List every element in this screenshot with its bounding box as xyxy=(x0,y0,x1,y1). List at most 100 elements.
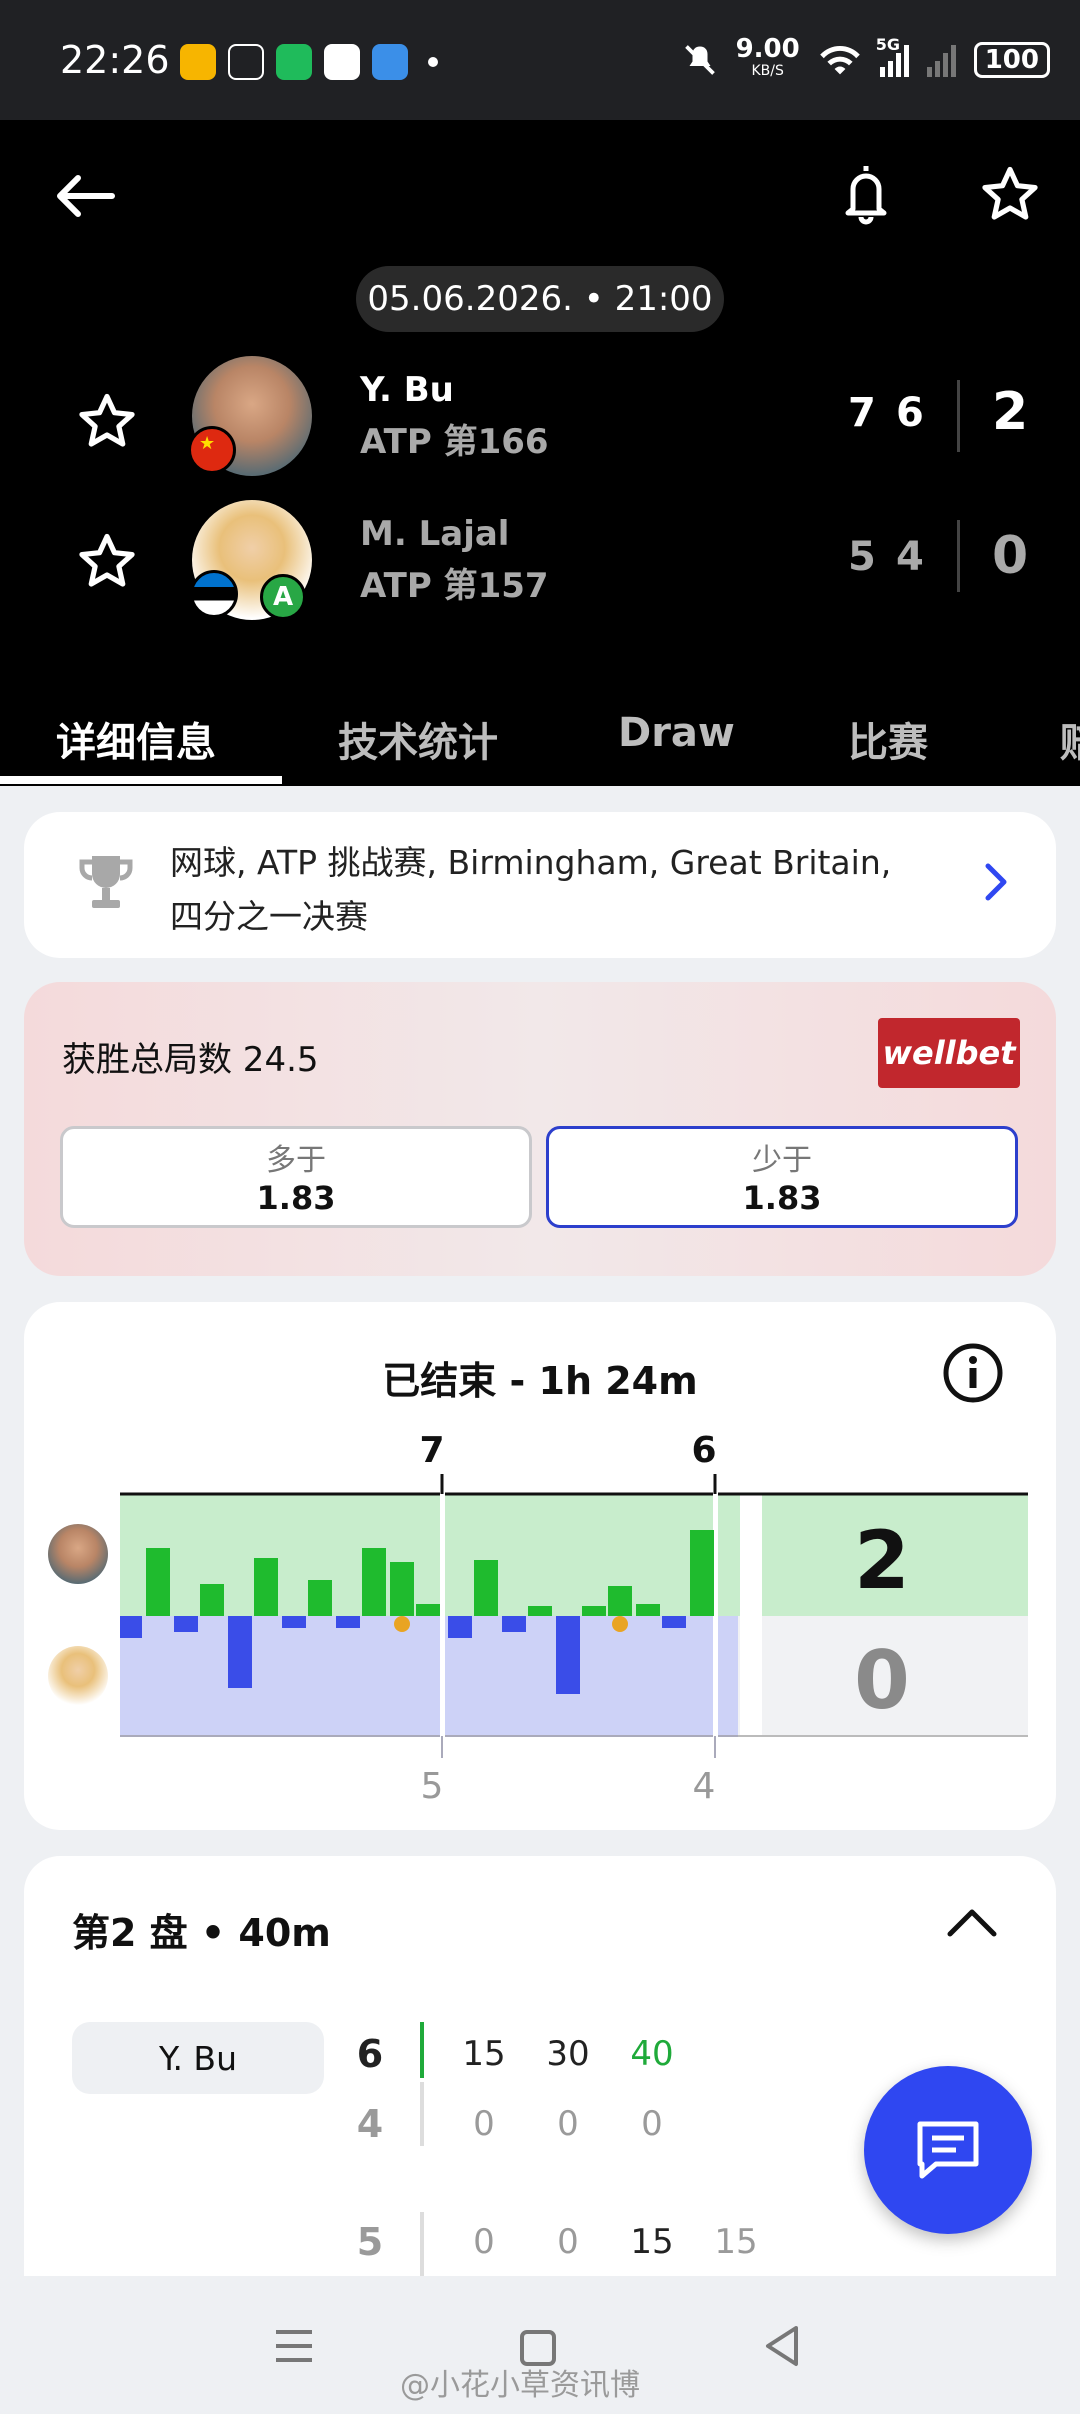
bell-icon xyxy=(845,166,887,225)
odd-over-value: 1.83 xyxy=(256,1179,336,1217)
momentum-bar-top xyxy=(254,1558,278,1616)
score-divider xyxy=(957,380,960,452)
player-1-total: 2 xyxy=(992,382,1029,442)
odd-over-button[interactable]: 多于 1.83 xyxy=(60,1126,532,1228)
total-left-gap xyxy=(740,1472,762,1762)
status-bar: 22:26 9.00 KB/S 5G 100 xyxy=(0,0,1080,120)
momentum-bar-bottom xyxy=(662,1616,686,1628)
tournament-round: 四分之一决赛 xyxy=(170,897,368,936)
battery-app-icon xyxy=(276,44,312,80)
match-tabs: 详细信息 技术统计 Draw 比赛 赔 xyxy=(0,680,1080,786)
point-score: 15 xyxy=(462,2034,506,2074)
player-2-set-2: 4 xyxy=(896,534,924,580)
set-1-bottom-score: 5 xyxy=(421,1766,444,1807)
alternate-badge: A xyxy=(260,574,306,620)
set-separator-1 xyxy=(440,1474,445,1764)
point-score: 0 xyxy=(473,2104,495,2144)
set-2-title: 第2 盘 • 40m xyxy=(72,1911,331,1955)
set-separator-2 xyxy=(713,1474,718,1764)
total-bottom: 0 xyxy=(854,1634,910,1727)
momentum-bar-top xyxy=(390,1562,414,1616)
momentum-bar-top xyxy=(308,1580,332,1616)
tab-draw[interactable]: Draw xyxy=(618,710,735,756)
chevron-up-icon[interactable] xyxy=(944,1904,1000,1940)
weibo-icon xyxy=(180,44,216,80)
weather-icon xyxy=(372,44,408,80)
game-score-bottom: 4 xyxy=(356,2102,384,2146)
set-ball-marker xyxy=(394,1616,410,1632)
server-indicator xyxy=(420,2022,424,2078)
bet-market-title: 获胜总局数 24.5 xyxy=(62,1040,319,1080)
tiktok-icon xyxy=(228,44,264,80)
player-row-2[interactable]: A M. Lajal ATP 第157 5 4 0 xyxy=(0,500,1080,630)
chevron-right-icon xyxy=(985,863,1007,901)
momentum-bar-bottom xyxy=(556,1616,580,1694)
notification-button[interactable] xyxy=(830,154,902,234)
match-datetime: 05.06.2026. • 21:00 xyxy=(356,266,724,332)
momentum-bar-bottom xyxy=(282,1616,306,1628)
wifi-icon xyxy=(819,45,860,75)
chat-button[interactable] xyxy=(864,2066,1032,2234)
game-score-row2: 5 xyxy=(356,2220,384,2264)
favorite-player-star-icon[interactable] xyxy=(76,530,138,592)
point-score: 15 xyxy=(714,2222,758,2262)
favorite-match-button[interactable] xyxy=(970,154,1050,234)
point-score: 0 xyxy=(557,2222,579,2262)
momentum-bar-bottom xyxy=(228,1616,252,1688)
tab-matches[interactable]: 比赛 xyxy=(848,710,928,768)
momentum-bar-top xyxy=(608,1586,632,1616)
momentum-bar-top xyxy=(474,1560,498,1616)
momentum-bar-bottom xyxy=(120,1616,142,1638)
battery-indicator: 100 xyxy=(973,42,1050,78)
point-score: 40 xyxy=(630,2034,674,2074)
momentum-bottom-area xyxy=(120,1616,740,1736)
player-2-set-1: 5 xyxy=(848,534,876,580)
row-divider xyxy=(420,2082,424,2146)
tab-details[interactable]: 详细信息 xyxy=(56,710,216,768)
status-time: 22:26 xyxy=(60,38,170,82)
momentum-bar-top xyxy=(528,1606,552,1616)
signal2-icon xyxy=(926,43,956,77)
server-player-pill: Y. Bu xyxy=(72,2022,324,2094)
trophy-icon xyxy=(79,856,133,908)
player-1-rank: ATP 第166 xyxy=(360,422,549,462)
set-2-top-score: 6 xyxy=(691,1430,716,1471)
estonia-flag-icon xyxy=(190,570,238,618)
momentum-bar-top xyxy=(200,1584,224,1616)
set-2-bottom-score: 4 xyxy=(693,1766,716,1807)
point-score: 30 xyxy=(546,2034,590,2074)
back-nav-icon[interactable] xyxy=(762,2324,802,2368)
star-icon xyxy=(982,166,1038,220)
wellbet-logo[interactable]: wellbet xyxy=(878,1018,1020,1088)
player-2-name: M. Lajal xyxy=(360,514,510,554)
favorite-player-star-icon[interactable] xyxy=(76,390,138,452)
momentum-bar-top xyxy=(636,1604,660,1616)
odd-under-button[interactable]: 少于 1.83 xyxy=(546,1126,1018,1228)
net-speed: 9.00 KB/S xyxy=(735,34,800,79)
watermark: @小花小草资讯博 xyxy=(400,2368,640,2403)
point-score: 0 xyxy=(473,2222,495,2262)
odd-under-label: 少于 xyxy=(752,1143,812,1178)
status-indicators: 9.00 KB/S 5G 100 xyxy=(682,34,1050,82)
row-divider xyxy=(420,2212,424,2276)
point-score: 0 xyxy=(557,2104,579,2144)
total-top: 2 xyxy=(854,1514,910,1607)
player-2-rank: ATP 第157 xyxy=(360,566,549,606)
tab-stats[interactable]: 技术统计 xyxy=(338,710,498,768)
match-header: 05.06.2026. • 21:00 ★ Y. Bu ATP 第166 7 6… xyxy=(0,120,1080,786)
china-flag-icon: ★ xyxy=(188,426,236,474)
player-1-set-1: 7 xyxy=(848,390,876,436)
tournament-card[interactable]: 网球, ATP 挑战赛, Birmingham, Great Britain, … xyxy=(24,812,1056,958)
tab-odds[interactable]: 赔 xyxy=(1060,710,1080,768)
chat-icon xyxy=(917,2121,979,2179)
momentum-bar-bottom xyxy=(174,1616,198,1632)
menu-icon[interactable] xyxy=(272,2326,316,2366)
player-1-set-2: 6 xyxy=(896,390,924,436)
momentum-bar-bottom xyxy=(502,1616,526,1632)
player-row-1[interactable]: ★ Y. Bu ATP 第166 7 6 2 xyxy=(0,356,1080,486)
back-button[interactable] xyxy=(48,160,120,232)
game-score-top: 6 xyxy=(356,2032,384,2076)
momentum-chart: 7 6 5 4 2 0 xyxy=(120,1430,1028,1807)
momentum-bar-top xyxy=(362,1548,386,1616)
point-score: 0 xyxy=(641,2104,663,2144)
